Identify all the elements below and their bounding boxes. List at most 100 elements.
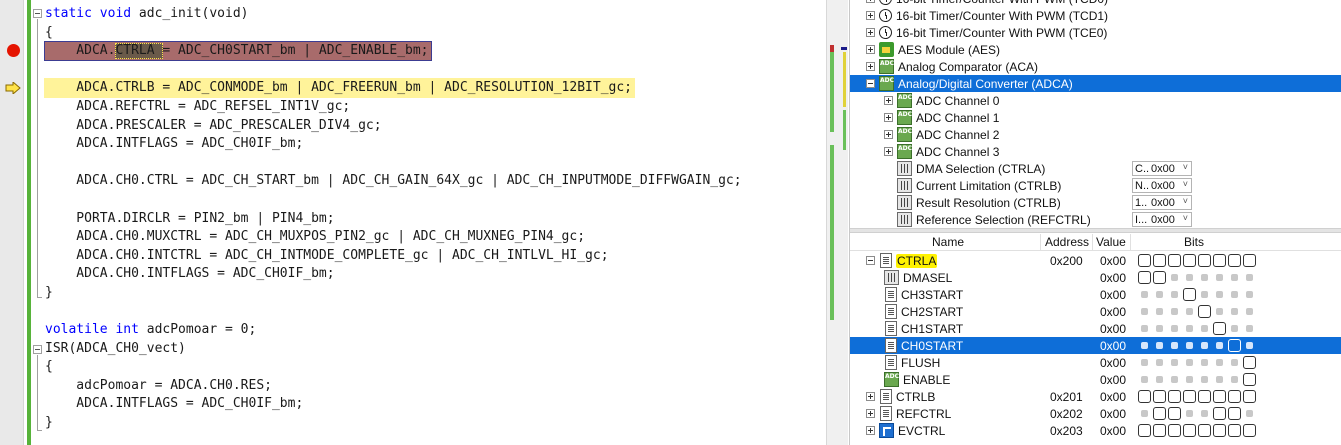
code-line[interactable] [45, 154, 742, 173]
bit-checkbox[interactable] [1183, 254, 1196, 267]
expand-icon[interactable] [866, 28, 875, 37]
code-line[interactable]: ADCA.PRESCALER = ADC_PRESCALER_DIV4_gc; [45, 117, 742, 136]
bit-checkbox[interactable] [1138, 390, 1151, 403]
register-row[interactable]: CH3START 0x00 [850, 286, 1341, 303]
code-line[interactable]: static void adc_init(void) [45, 5, 742, 24]
tree-item[interactable]: ADC ADC Channel 2 [850, 126, 1341, 143]
bit-checkbox[interactable] [1138, 271, 1151, 284]
column-value-header[interactable]: Value [1096, 235, 1126, 249]
value-dropdown[interactable]: I... 0x00 ˅ [1132, 212, 1192, 227]
bit-checkbox[interactable] [1153, 254, 1166, 267]
expand-icon[interactable] [884, 147, 893, 156]
expand-icon[interactable] [884, 113, 893, 122]
bit-checkbox[interactable] [1243, 390, 1256, 403]
bit-checkbox[interactable] [1153, 407, 1166, 420]
code-editor[interactable]: static void adc_init(void) { ADCA.CTRLA =… [0, 0, 826, 445]
bit-checkbox[interactable] [1228, 390, 1241, 403]
expand-icon[interactable] [866, 45, 875, 54]
chevron-down-icon[interactable]: ˅ [1183, 162, 1188, 172]
register-row[interactable]: DMASEL 0x00 [850, 269, 1341, 286]
column-separator[interactable] [1092, 234, 1093, 251]
tree-item[interactable]: AES Module (AES) [850, 41, 1341, 58]
tree-item[interactable]: ADC Analog Comparator (ACA) [850, 58, 1341, 75]
peripheral-tree[interactable]: 16-bit Timer/Counter With PWM (TCD0) 16-b… [850, 0, 1341, 228]
expand-icon[interactable] [866, 62, 875, 71]
bit-checkbox[interactable] [1243, 356, 1256, 369]
code-line[interactable]: ADCA.CTRLA = ADC_CH0START_bm | ADC_ENABL… [45, 42, 742, 61]
bit-checkbox[interactable] [1213, 390, 1226, 403]
fold-toggle-icon[interactable] [33, 9, 42, 18]
bit-checkbox[interactable] [1153, 271, 1166, 284]
code-line[interactable]: } [45, 414, 742, 433]
bit-checkbox[interactable] [1213, 424, 1226, 437]
fold-toggle-icon[interactable] [33, 345, 42, 354]
code-lines[interactable]: static void adc_init(void) { ADCA.CTRLA =… [45, 5, 742, 433]
code-line[interactable]: volatile int adcPomoar = 0; [45, 321, 742, 340]
value-dropdown[interactable]: C.. 0x00 ˅ [1132, 161, 1192, 176]
code-line[interactable]: PORTA.DIRCLR = PIN2_bm | PIN4_bm; [45, 210, 742, 229]
collapse-icon[interactable] [866, 79, 875, 88]
expand-icon[interactable] [866, 392, 875, 401]
expand-icon[interactable] [866, 11, 875, 20]
expand-icon[interactable] [866, 426, 875, 435]
collapse-icon[interactable] [866, 256, 875, 265]
code-line[interactable]: { [45, 358, 742, 377]
expand-icon[interactable] [866, 409, 875, 418]
code-line[interactable]: } [45, 284, 742, 303]
bit-checkbox[interactable] [1198, 390, 1211, 403]
register-row[interactable]: FLUSH 0x00 [850, 354, 1341, 371]
code-line[interactable]: adcPomoar = ADCA.CH0.RES; [45, 377, 742, 396]
bit-checkbox[interactable] [1228, 424, 1241, 437]
column-name-header[interactable]: Name [932, 235, 964, 249]
column-address-header[interactable]: Address [1045, 235, 1089, 249]
editor-gutter[interactable] [0, 0, 24, 445]
tree-item[interactable]: 16-bit Timer/Counter With PWM (TCE0) [850, 24, 1341, 41]
tree-item[interactable]: DMA Selection (CTRLA) C.. 0x00 ˅ [850, 160, 1341, 177]
chevron-down-icon[interactable]: ˅ [1183, 179, 1188, 189]
bit-checkbox[interactable] [1168, 424, 1181, 437]
value-dropdown[interactable]: 1.. 0x00 ˅ [1132, 195, 1192, 210]
bit-checkbox[interactable] [1243, 373, 1256, 386]
value-dropdown[interactable]: N.. 0x00 ˅ [1132, 178, 1192, 193]
bit-checkbox[interactable] [1153, 424, 1166, 437]
tree-item[interactable]: Current Limitation (CTRLB) N.. 0x00 ˅ [850, 177, 1341, 194]
code-line[interactable]: ADCA.REFCTRL = ADC_REFSEL_INT1V_gc; [45, 98, 742, 117]
bit-checkbox[interactable] [1198, 424, 1211, 437]
bit-checkbox[interactable] [1168, 254, 1181, 267]
code-line[interactable]: ADCA.CTRLB = ADC_CONMODE_bm | ADC_FREERU… [45, 79, 742, 98]
bit-checkbox[interactable] [1213, 322, 1226, 335]
io-view-panel[interactable]: 16-bit Timer/Counter With PWM (TCD0) 16-b… [849, 0, 1341, 445]
bit-checkbox[interactable] [1168, 390, 1181, 403]
register-row[interactable]: CH1START 0x00 [850, 320, 1341, 337]
bit-checkbox[interactable] [1228, 407, 1241, 420]
bit-checkbox[interactable] [1183, 288, 1196, 301]
register-row[interactable]: CTRLB 0x201 0x00 [850, 388, 1341, 405]
code-line[interactable] [45, 191, 742, 210]
tree-item[interactable]: ADC Analog/Digital Converter (ADCA) [850, 75, 1341, 92]
register-row[interactable]: ADC ENABLE 0x00 [850, 371, 1341, 388]
code-line[interactable] [45, 61, 742, 80]
tree-item[interactable]: Result Resolution (CTRLB) 1.. 0x00 ˅ [850, 194, 1341, 211]
register-row[interactable]: CTRLA 0x200 0x00 [850, 252, 1341, 269]
bit-checkbox[interactable] [1228, 339, 1241, 352]
expand-icon[interactable] [884, 130, 893, 139]
register-row[interactable]: CH0START 0x00 [850, 337, 1341, 354]
chevron-down-icon[interactable]: ˅ [1183, 196, 1188, 206]
code-line[interactable]: ADCA.CH0.INTFLAGS = ADC_CH0IF_bm; [45, 265, 742, 284]
bit-checkbox[interactable] [1138, 424, 1151, 437]
editor-scrollbar[interactable] [826, 0, 848, 445]
code-line[interactable] [45, 303, 742, 322]
bit-checkbox[interactable] [1183, 390, 1196, 403]
code-line[interactable]: ADCA.CH0.CTRL = ADC_CH_START_bm | ADC_CH… [45, 172, 741, 191]
bit-checkbox[interactable] [1228, 254, 1241, 267]
bit-checkbox[interactable] [1213, 407, 1226, 420]
pane-splitter[interactable] [850, 228, 1341, 233]
register-grid[interactable]: CTRLA 0x200 0x00 DMASEL 0x00 CH3START 0x00 CH2S… [850, 252, 1341, 445]
bit-checkbox[interactable] [1138, 254, 1151, 267]
tree-item[interactable]: 16-bit Timer/Counter With PWM (TCD0) [850, 0, 1341, 7]
register-row[interactable]: REFCTRL 0x202 0x00 [850, 405, 1341, 422]
register-row[interactable]: EVCTRL 0x203 0x00 [850, 422, 1341, 439]
breakpoint-icon[interactable] [7, 44, 20, 57]
bit-checkbox[interactable] [1243, 254, 1256, 267]
bit-checkbox[interactable] [1153, 390, 1166, 403]
